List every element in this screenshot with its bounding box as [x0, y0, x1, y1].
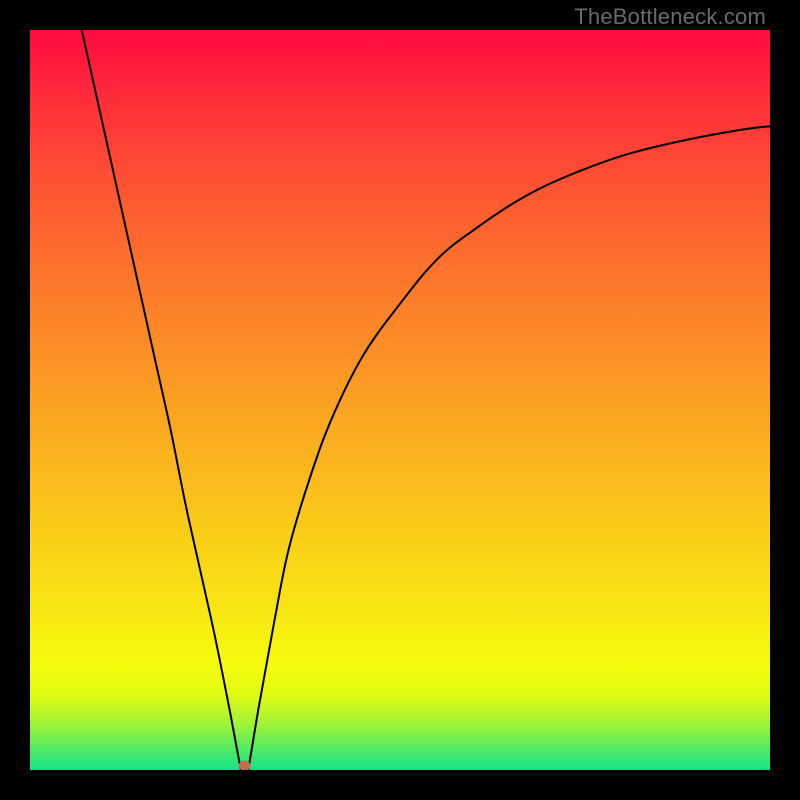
curve-left-branch	[82, 30, 241, 770]
plot-area	[30, 30, 770, 770]
chart-svg	[30, 30, 770, 770]
watermark-text: TheBottleneck.com	[574, 4, 766, 30]
chart-container: TheBottleneck.com	[0, 0, 800, 800]
curve-right-branch	[248, 126, 770, 770]
